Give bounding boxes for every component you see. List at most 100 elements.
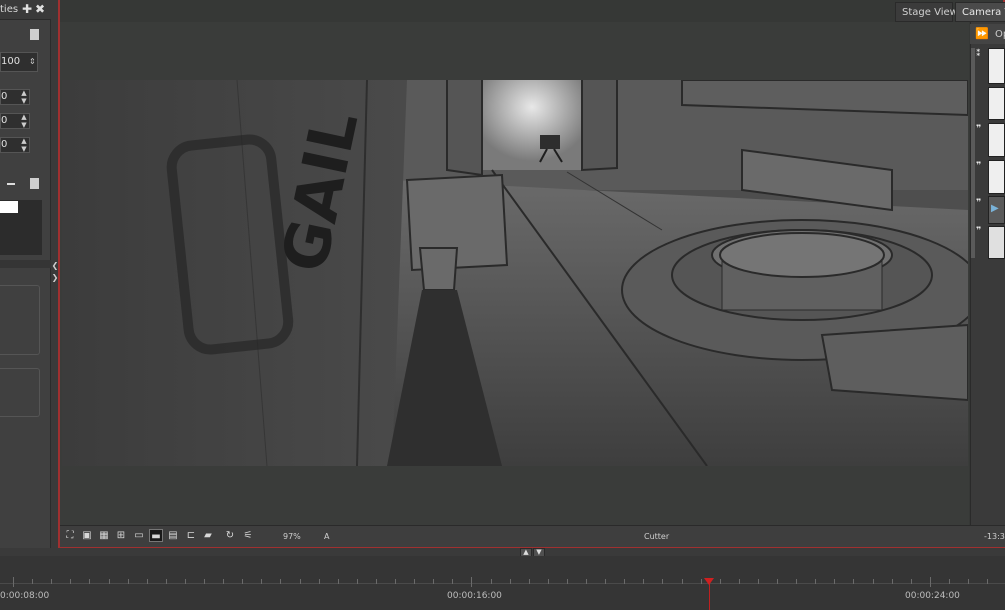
properties-panel: ties ✚ ✖ 100 ⇕ 0 ▲ ▼ 0 ▲ ▼ 0 ▲ ▼ [0,0,51,548]
field-guide-icon[interactable]: ▦ [97,529,111,542]
quote-marker-icon: ❞ [976,124,982,134]
timeline-tick [624,579,625,584]
offset-x-spinner-icon[interactable]: ▲ ▼ [18,89,30,105]
property-box [0,285,40,355]
timeline-tick [968,579,969,584]
timeline-tick [89,579,90,584]
toolbar-a-label: A [324,532,330,541]
reset-view-icon[interactable]: ⛶ [63,529,77,542]
property-box [0,368,40,417]
timeline-tick [471,577,472,587]
timeline-tick [510,579,511,584]
tab-camera-view[interactable]: Camera Vi [955,2,1005,22]
timeline-tick [567,579,568,584]
timeline-tick [433,579,434,584]
flip-view-icon[interactable]: ⚟ [241,529,255,542]
timeline-tick [643,579,644,584]
play-icon: ▶ [991,203,999,214]
timeline-tick [166,579,167,584]
timeline-tick [70,579,71,584]
view-tabs: Stage View Camera Vi [0,0,1005,22]
offset-z-spinner-icon[interactable]: ▲ ▼ [18,137,30,153]
camera-mask-icon[interactable]: ▬ [149,529,163,542]
panel-menu-icon[interactable] [30,178,39,189]
timeline-tick [529,579,530,584]
minus-icon[interactable] [7,183,15,185]
zoom-level[interactable]: 97% [283,532,301,541]
panel-thumbnail[interactable] [988,123,1005,157]
timeline-tick [911,579,912,584]
timeline-tick [395,579,396,584]
color-swatch[interactable] [0,201,18,213]
quote-marker-icon: ❞ [976,198,982,208]
timeline-label: 00:00:24:00 [905,591,960,601]
table-icon[interactable]: ▤ [166,529,180,542]
panel-thumbnail[interactable] [988,160,1005,194]
timecode-icon[interactable]: ▰ [201,529,215,542]
timeline-tick [128,579,129,584]
coordinate-readout: -13:30 [984,532,1005,541]
timeline-tick [834,579,835,584]
thumbnail-header-label: Op [995,29,1005,40]
timeline-tick [662,579,663,584]
onion-skin-icon[interactable]: ⊏ [184,529,198,542]
playhead-marker-icon[interactable] [704,578,714,585]
timeline-tick [815,579,816,584]
frame-icon[interactable]: ▭ [132,529,146,542]
timeline-tick [701,579,702,584]
app-window: ties ✚ ✖ 100 ⇕ 0 ▲ ▼ 0 ▲ ▼ 0 ▲ ▼ ❮ ❯ Stage … [0,0,1005,610]
timeline-tick [949,579,950,584]
panel-thumbnail[interactable] [988,87,1005,120]
timeline-label: 0:00:08:00 [0,591,50,601]
view-splitter[interactable] [0,548,1005,556]
timeline-baseline [0,583,1005,584]
fast-forward-icon[interactable]: ⏩ [975,27,989,40]
timeline-tick [185,579,186,584]
timeline-tick [777,579,778,584]
timeline-tick [548,579,549,584]
panel-menu-icon[interactable] [30,29,39,40]
timeline-tick [873,579,874,584]
timeline-tick [357,579,358,584]
quote-marker-icon: ❞ [976,226,982,236]
grid-icon[interactable]: ⊞ [114,529,128,542]
timeline-tick [605,579,606,584]
timeline-tick [892,579,893,584]
scene-marker-icon: ⁑ [976,49,981,59]
timeline-tick [51,579,52,584]
safe-area-icon[interactable]: ▣ [80,529,94,542]
zoom-stepper-icon[interactable]: ⇕ [29,57,36,66]
timeline-tick [853,579,854,584]
timeline-tick [452,579,453,584]
timeline-tick [682,579,683,584]
timeline-tick [300,579,301,584]
timeline-tick [739,579,740,584]
timeline-tick [491,579,492,584]
timeline-tick [796,579,797,584]
panel-thumbnail[interactable] [988,48,1005,84]
timeline-tick [930,577,931,587]
timeline-tick [376,579,377,584]
scene-image[interactable]: GAIL [62,80,968,466]
timeline-tick [414,579,415,584]
rotate-view-icon[interactable]: ↻ [223,529,237,542]
timeline-tick [586,579,587,584]
timeline-tick [261,579,262,584]
timeline-tick [147,579,148,584]
timeline-tick [758,579,759,584]
timeline-tick [204,579,205,584]
scene-drawing: GAIL [62,80,968,466]
quote-marker-icon: ❞ [976,161,982,171]
tab-stage-view[interactable]: Stage View [895,2,958,22]
current-tool-label: Cutter [644,532,670,541]
timeline-label: 00:00:16:00 [447,591,502,601]
timeline-tick [242,579,243,584]
thumbnail-scrollbar[interactable] [971,48,975,258]
timeline-tick [32,579,33,584]
offset-y-spinner-icon[interactable]: ▲ ▼ [18,113,30,129]
timeline-tick [338,579,339,584]
timeline-tick [223,579,224,584]
panel-thumbnail[interactable] [988,226,1005,259]
timeline-tick [987,579,988,584]
timeline-tick [13,577,14,587]
